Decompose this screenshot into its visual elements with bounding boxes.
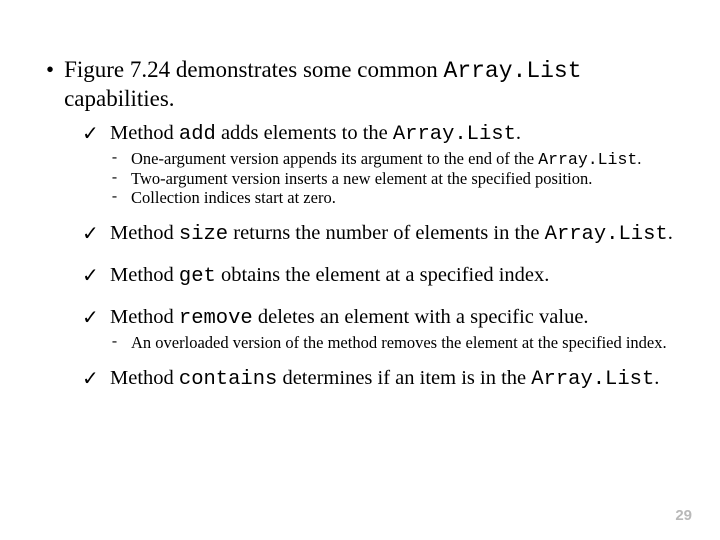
- sub-items: ✓ Method add adds elements to the Array.…: [82, 121, 680, 392]
- main-text-a: Figure 7.24 demonstrates some common: [64, 57, 443, 82]
- sub-text: Two-argument version inserts a new eleme…: [131, 169, 592, 188]
- list-item: - An overloaded version of the method re…: [110, 333, 680, 352]
- check-icon: ✓: [82, 221, 100, 247]
- dash-icon: -: [110, 149, 119, 168]
- slide: • Figure 7.24 demonstrates some common A…: [0, 0, 720, 540]
- check-icon: ✓: [82, 366, 100, 392]
- dash-icon: -: [110, 169, 119, 188]
- code: Array.List: [538, 150, 637, 169]
- txt: deletes an element with a specific value…: [253, 306, 589, 328]
- txt: returns the number of elements in the: [228, 222, 545, 244]
- txt: One-argument version appends its argumen…: [131, 149, 538, 168]
- txt: adds elements to the: [216, 122, 393, 144]
- sub-text: An overloaded version of the method remo…: [131, 333, 667, 352]
- item-text: Method get obtains the element at a spec…: [110, 263, 549, 289]
- sub-text: Collection indices start at zero.: [131, 188, 336, 207]
- sub-text: One-argument version appends its argumen…: [131, 149, 641, 169]
- txt: Method: [110, 306, 179, 328]
- main-text-b: capabilities.: [64, 86, 175, 111]
- txt: .: [637, 149, 641, 168]
- dash-icon: -: [110, 333, 119, 352]
- txt: Method: [110, 122, 179, 144]
- list-item: ✓ Method get obtains the element at a sp…: [82, 263, 680, 289]
- item-text: Method remove deletes an element with a …: [110, 305, 589, 331]
- bullet-main: • Figure 7.24 demonstrates some common A…: [40, 56, 680, 113]
- sub-list: - One-argument version appends its argum…: [110, 149, 680, 207]
- list-item: ✓ Method contains determines if an item …: [82, 366, 680, 392]
- list-item: - Two-argument version inserts a new ele…: [110, 169, 680, 188]
- list-item: ✓ Method size returns the number of elem…: [82, 221, 680, 247]
- sub-list: - An overloaded version of the method re…: [110, 333, 680, 352]
- item-text: Method size returns the number of elemen…: [110, 221, 673, 247]
- txt: .: [668, 222, 673, 244]
- code: size: [179, 223, 228, 246]
- txt: Method: [110, 367, 179, 389]
- txt: .: [516, 122, 521, 144]
- txt: Method: [110, 264, 179, 286]
- check-icon: ✓: [82, 305, 100, 331]
- txt: Method: [110, 222, 179, 244]
- check-icon: ✓: [82, 263, 100, 289]
- code: Array.List: [545, 223, 668, 246]
- main-code: Array.List: [444, 58, 582, 84]
- txt: .: [654, 367, 659, 389]
- code: Array.List: [531, 368, 654, 391]
- dash-icon: -: [110, 188, 119, 207]
- item-text: Method contains determines if an item is…: [110, 366, 659, 392]
- code: get: [179, 265, 216, 288]
- txt: obtains the element at a specified index…: [216, 264, 550, 286]
- list-item: - Collection indices start at zero.: [110, 188, 680, 207]
- main-text: Figure 7.24 demonstrates some common Arr…: [64, 56, 680, 113]
- item-text: Method add adds elements to the Array.Li…: [110, 121, 521, 147]
- check-icon: ✓: [82, 121, 100, 147]
- list-item: ✓ Method add adds elements to the Array.…: [82, 121, 680, 147]
- list-item: - One-argument version appends its argum…: [110, 149, 680, 169]
- code: contains: [179, 368, 277, 391]
- txt: determines if an item is in the: [277, 367, 531, 389]
- list-item: ✓ Method remove deletes an element with …: [82, 305, 680, 331]
- code: Array.List: [393, 123, 516, 146]
- code: remove: [179, 307, 253, 330]
- bullet-dot-icon: •: [46, 56, 54, 84]
- page-number: 29: [675, 507, 692, 524]
- code: add: [179, 123, 216, 146]
